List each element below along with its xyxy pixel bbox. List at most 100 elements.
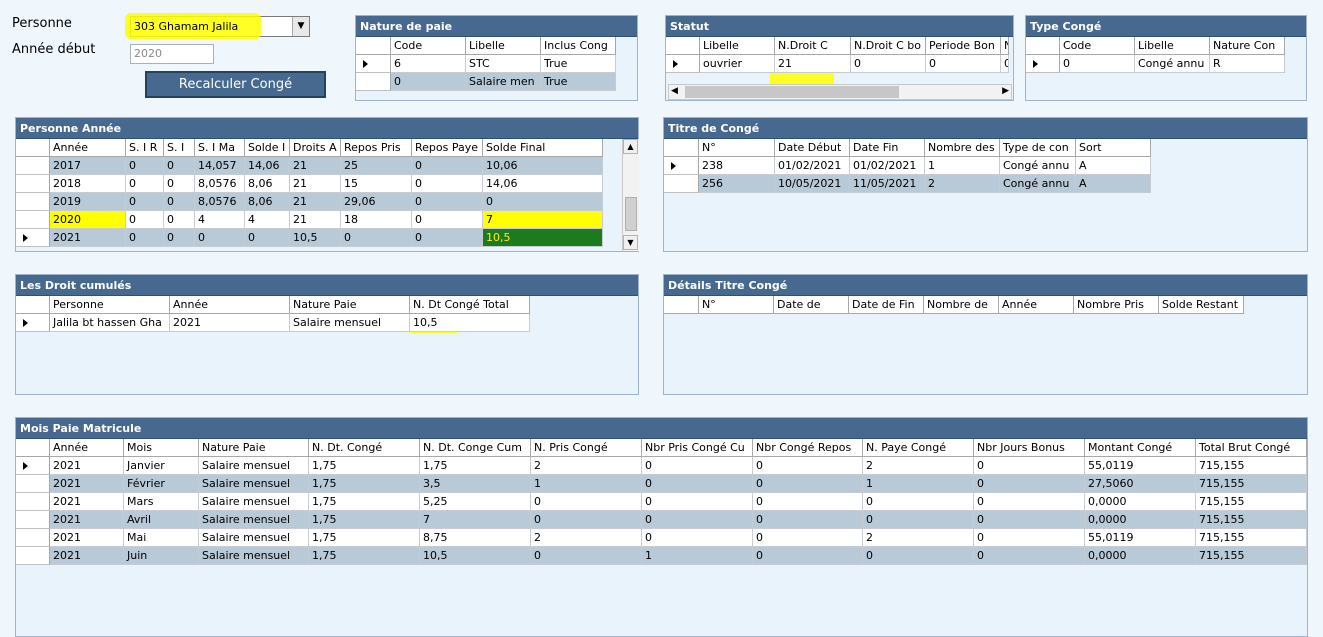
row-selector[interactable]: [356, 55, 391, 73]
table-cell[interactable]: 0: [642, 475, 753, 493]
row-selector[interactable]: [16, 211, 50, 229]
table-cell[interactable]: 0: [164, 157, 195, 175]
table-cell[interactable]: 0: [164, 175, 195, 193]
row-selector[interactable]: [16, 175, 50, 193]
table-cell[interactable]: Avril: [124, 511, 199, 529]
table-cell[interactable]: 10,06: [483, 157, 603, 175]
column-header[interactable]: N. Dt Congé Total: [410, 296, 530, 314]
table-cell[interactable]: 2018: [50, 175, 126, 193]
table-cell[interactable]: 0: [245, 229, 290, 247]
table-cell[interactable]: 0: [164, 193, 195, 211]
column-header[interactable]: Date Fin: [850, 139, 925, 157]
table-cell[interactable]: 0: [126, 229, 164, 247]
column-header[interactable]: Libelle: [466, 37, 541, 55]
table-cell[interactable]: Jalila bt hassen Gha: [50, 314, 170, 332]
table-cell[interactable]: 0: [164, 211, 195, 229]
table-cell[interactable]: 0,0000: [1085, 511, 1196, 529]
table-cell[interactable]: 0: [863, 547, 974, 565]
table-cell[interactable]: 8,06: [245, 175, 290, 193]
table-row[interactable]: 2021 Mars Salaire mensuel 1,75 5,25 0 0 0 0 0 0,00…: [16, 493, 1307, 511]
row-selector[interactable]: [16, 193, 50, 211]
scroll-left-icon[interactable]: ◀: [671, 86, 678, 96]
column-header[interactable]: N°: [699, 139, 775, 157]
table-cell[interactable]: 29,06: [341, 193, 412, 211]
table-cell[interactable]: 1,75: [420, 457, 531, 475]
column-header[interactable]: Nombre Pris: [1074, 296, 1159, 314]
column-header[interactable]: Repos Paye: [412, 139, 483, 157]
column-header[interactable]: Date de Fin: [849, 296, 924, 314]
table-cell[interactable]: 2017: [50, 157, 126, 175]
table-cell[interactable]: 21: [290, 211, 341, 229]
column-header[interactable]: Année: [170, 296, 290, 314]
column-header[interactable]: S. I: [164, 139, 195, 157]
table-cell[interactable]: 0: [974, 547, 1085, 565]
table-cell[interactable]: 715,155: [1196, 493, 1307, 511]
table-cell[interactable]: 0: [531, 547, 642, 565]
table-cell[interactable]: 2021: [50, 229, 126, 247]
table-cell[interactable]: STC: [466, 55, 541, 73]
column-header[interactable]: Libelle: [1135, 37, 1210, 55]
column-header[interactable]: Total Brut Congé: [1196, 439, 1307, 457]
row-selector[interactable]: [1026, 55, 1060, 73]
table-cell[interactable]: 0: [341, 229, 412, 247]
table-cell[interactable]: 1,75: [309, 547, 420, 565]
table-cell[interactable]: Janvier: [124, 457, 199, 475]
row-selector[interactable]: [16, 157, 50, 175]
row-selector[interactable]: [664, 175, 699, 193]
table-cell[interactable]: 0: [863, 511, 974, 529]
column-header[interactable]: Année: [50, 439, 124, 457]
column-header[interactable]: Date de: [774, 296, 849, 314]
column-header[interactable]: Nombre de: [924, 296, 999, 314]
table-cell[interactable]: 0: [642, 493, 753, 511]
table-row[interactable]: 2018 0 0 8,0576 8,06 21 15 0 14,06: [16, 175, 603, 193]
personne-select[interactable]: 303 Ghamam Jalila ▼: [125, 13, 310, 39]
table-cell[interactable]: 0: [412, 229, 483, 247]
column-header[interactable]: N. Pris Congé: [531, 439, 642, 457]
table-cell[interactable]: 55,0119: [1085, 529, 1196, 547]
table-cell[interactable]: 0: [753, 529, 863, 547]
table-cell[interactable]: 0: [974, 529, 1085, 547]
table-cell[interactable]: 18: [341, 211, 412, 229]
table-cell[interactable]: Salaire mensuel: [290, 314, 410, 332]
column-header[interactable]: Nature Con: [1210, 37, 1285, 55]
table-row[interactable]: 0 Congé annu R: [1026, 55, 1285, 73]
table-cell[interactable]: 4: [245, 211, 290, 229]
annee-debut-input[interactable]: 2020: [130, 44, 214, 64]
column-header[interactable]: Code: [1060, 37, 1135, 55]
table-cell[interactable]: 8,0576: [195, 193, 245, 211]
column-header[interactable]: Repos Pris: [341, 139, 412, 157]
table-cell[interactable]: 11/05/2021: [850, 175, 925, 193]
column-header[interactable]: Mois: [124, 439, 199, 457]
table-cell[interactable]: 0: [412, 157, 483, 175]
table-cell[interactable]: Mai: [124, 529, 199, 547]
table-cell[interactable]: A: [1076, 175, 1151, 193]
table-cell[interactable]: 0: [863, 493, 974, 511]
table-cell[interactable]: 7: [420, 511, 531, 529]
table-cell[interactable]: 2: [863, 529, 974, 547]
table-cell[interactable]: 15: [341, 175, 412, 193]
table-cell[interactable]: 0: [753, 511, 863, 529]
dropdown-arrow-icon[interactable]: ▼: [292, 17, 309, 36]
table-row[interactable]: 6 STC True: [356, 55, 616, 73]
table-cell[interactable]: 0: [1060, 55, 1135, 73]
column-header[interactable]: N. Paye Congé: [863, 439, 974, 457]
table-cell[interactable]: 0: [974, 493, 1085, 511]
table-cell[interactable]: A: [1076, 157, 1151, 175]
table-cell[interactable]: 10,5: [420, 547, 531, 565]
table-cell[interactable]: 0: [483, 193, 603, 211]
table-cell[interactable]: Congé annu: [1000, 175, 1076, 193]
table-cell[interactable]: 715,155: [1196, 511, 1307, 529]
column-header[interactable]: S. I Ma: [195, 139, 245, 157]
table-cell[interactable]: 0: [642, 529, 753, 547]
table-cell[interactable]: 01/02/2021: [850, 157, 925, 175]
table-cell[interactable]: Salaire mensuel: [199, 493, 309, 511]
table-cell[interactable]: 1: [531, 475, 642, 493]
table-cell[interactable]: 1,75: [309, 475, 420, 493]
table-row[interactable]: 2020 0 0 4 4 21 18 0 7: [16, 211, 603, 229]
row-selector[interactable]: [16, 457, 50, 475]
row-selector[interactable]: [16, 511, 50, 529]
row-selector[interactable]: [16, 529, 50, 547]
column-header[interactable]: Montant Congé: [1085, 439, 1196, 457]
table-cell[interactable]: 0: [642, 511, 753, 529]
column-header[interactable]: Periode Bon: [926, 37, 1001, 55]
